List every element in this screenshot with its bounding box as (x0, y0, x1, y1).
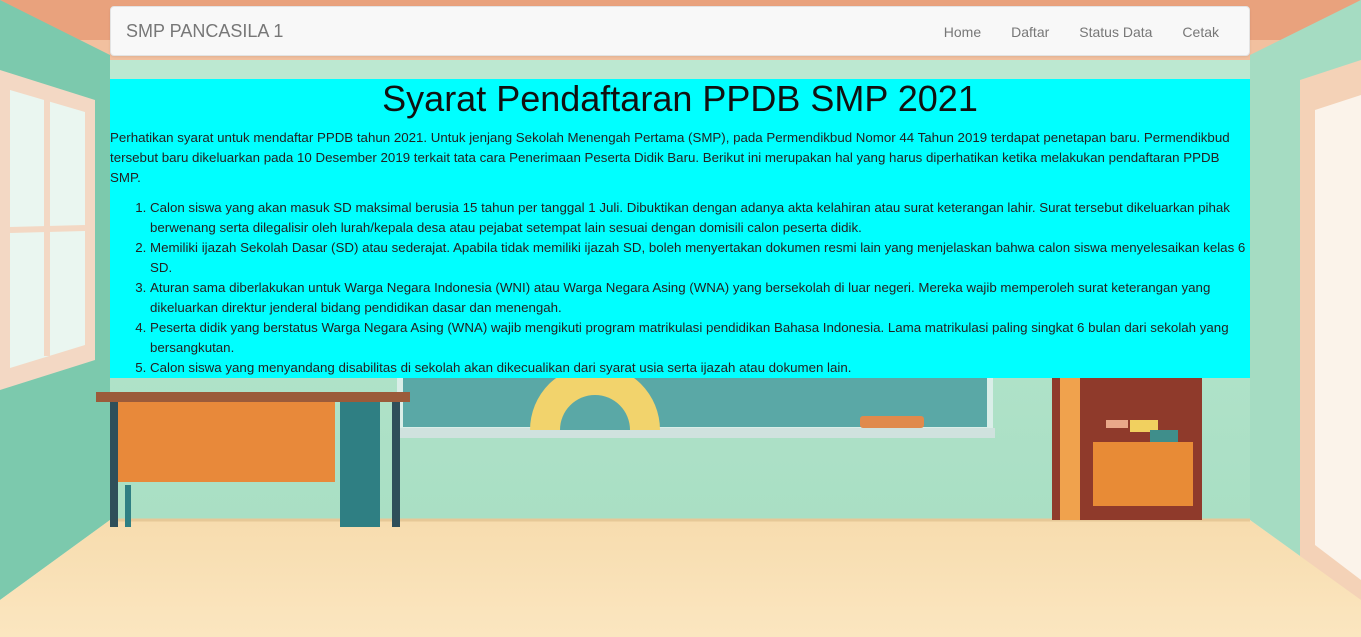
brand-link[interactable]: SMP PANCASILA 1 (126, 21, 283, 42)
nav-item-cetak: Cetak (1167, 7, 1234, 57)
nav-link-home[interactable]: Home (929, 7, 996, 57)
requirements-list: Calon siswa yang akan masuk SD maksimal … (110, 198, 1250, 378)
requirements-panel: Syarat Pendaftaran PPDB SMP 2021 Perhati… (110, 79, 1250, 378)
nav-item-home: Home (929, 7, 996, 57)
requirement-item: Calon siswa yang akan masuk SD maksimal … (150, 198, 1250, 238)
requirement-item: Memiliki ijazah Sekolah Dasar (SD) atau … (150, 238, 1250, 278)
top-navbar: SMP PANCASILA 1 Home Daftar Status Data … (110, 6, 1250, 56)
nav-links: Home Daftar Status Data Cetak (929, 7, 1234, 57)
page-title: Syarat Pendaftaran PPDB SMP 2021 (382, 79, 978, 119)
nav-link-daftar[interactable]: Daftar (996, 7, 1064, 57)
nav-item-daftar: Daftar (996, 7, 1064, 57)
nav-link-status-data[interactable]: Status Data (1064, 7, 1167, 57)
intro-paragraph: Perhatikan syarat untuk mendaftar PPDB t… (110, 130, 1230, 185)
nav-link-cetak[interactable]: Cetak (1167, 7, 1234, 57)
requirement-item: Calon siswa yang menyandang disabilitas … (150, 358, 1250, 378)
nav-item-status-data: Status Data (1064, 7, 1167, 57)
requirement-item: Peserta didik yang berstatus Warga Negar… (150, 318, 1250, 358)
requirement-item: Aturan sama diberlakukan untuk Warga Neg… (150, 278, 1250, 318)
